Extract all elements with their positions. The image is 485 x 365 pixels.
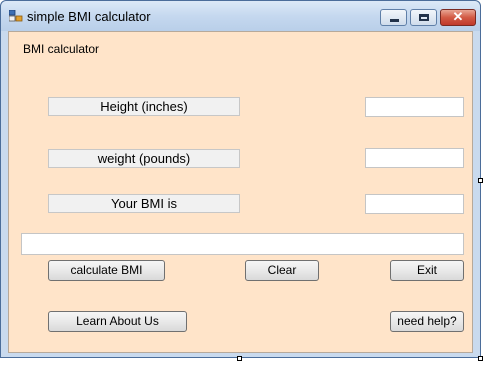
form-heading: BMI calculator: [23, 42, 100, 56]
maximize-button[interactable]: [410, 9, 437, 26]
resize-handle-bottom[interactable]: [237, 356, 242, 361]
height-input[interactable]: [365, 97, 464, 117]
resize-handle-right[interactable]: [478, 178, 483, 183]
result-field[interactable]: [21, 233, 464, 255]
bmi-output[interactable]: [365, 194, 464, 214]
clear-button[interactable]: Clear: [245, 260, 319, 281]
close-button[interactable]: ✕: [440, 9, 476, 26]
calculate-bmi-button[interactable]: calculate BMI: [48, 260, 165, 281]
weight-input[interactable]: [365, 148, 464, 168]
title-bar[interactable]: simple BMI calculator ✕: [1, 1, 480, 31]
need-help-button[interactable]: need help?: [390, 311, 464, 332]
weight-label: weight (pounds): [48, 149, 240, 168]
bmi-label: Your BMI is: [48, 194, 240, 213]
resize-handle-corner[interactable]: [478, 356, 483, 361]
minimize-icon: [390, 19, 399, 22]
exit-button[interactable]: Exit: [390, 260, 464, 281]
app-icon: [9, 10, 23, 22]
app-window: simple BMI calculator ✕ BMI calculator H…: [0, 0, 481, 358]
learn-about-us-button[interactable]: Learn About Us: [48, 311, 187, 332]
height-label: Height (inches): [48, 97, 240, 116]
window-title: simple BMI calculator: [27, 9, 151, 24]
close-icon: ✕: [452, 9, 464, 24]
minimize-button[interactable]: [380, 9, 407, 26]
maximize-icon: [419, 14, 429, 21]
form-area: BMI calculator Height (inches) weight (p…: [8, 31, 473, 353]
